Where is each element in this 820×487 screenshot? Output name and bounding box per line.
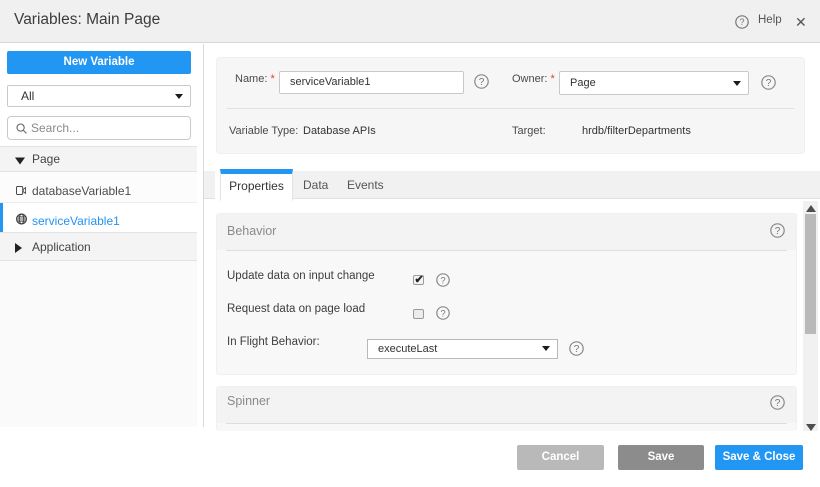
svg-text:?: ? <box>775 226 781 237</box>
svg-text:?: ? <box>739 17 744 27</box>
svg-text:?: ? <box>440 275 445 286</box>
svg-text:?: ? <box>440 308 445 319</box>
svg-text:?: ? <box>775 398 781 409</box>
svg-text:?: ? <box>574 344 580 355</box>
svg-text:?: ? <box>479 77 485 88</box>
svg-text:?: ? <box>766 78 772 89</box>
